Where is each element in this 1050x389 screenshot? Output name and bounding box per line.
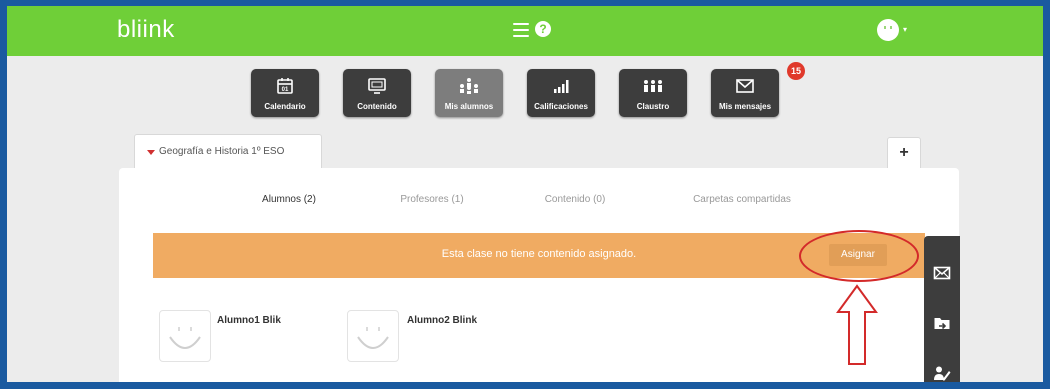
top-bar: bliink ? ▾ xyxy=(7,6,1043,56)
toolbar-item-label: Calendario xyxy=(264,102,306,111)
toolbar-mis-alumnos-button[interactable]: Mis alumnos xyxy=(435,69,503,117)
students-icon xyxy=(435,76,503,96)
toolbar-calificaciones-button[interactable]: Calificaciones xyxy=(527,69,595,117)
toolbar-calendario-button[interactable]: 01 Calendario xyxy=(251,69,319,117)
toolbar-mis-mensajes-button[interactable]: Mis mensajes xyxy=(711,69,779,117)
toolbar-item-label: Contenido xyxy=(357,102,397,111)
envelope-icon xyxy=(711,76,779,96)
folder-share-icon[interactable] xyxy=(933,314,951,332)
smiley-icon xyxy=(357,327,389,349)
help-icon[interactable]: ? xyxy=(535,21,551,37)
student-avatar[interactable] xyxy=(347,310,399,362)
envelope-icon[interactable] xyxy=(933,264,951,282)
chevron-down-icon[interactable]: ▾ xyxy=(903,25,907,34)
class-tab[interactable]: Geografía e Historia 1º ESO xyxy=(134,134,322,169)
edit-user-icon[interactable] xyxy=(933,364,951,382)
app-logo[interactable]: bliink xyxy=(117,16,175,44)
student-name[interactable]: Alumno1 Blik xyxy=(217,315,281,326)
toolbar-item-label: Claustro xyxy=(636,102,670,111)
teachers-icon xyxy=(619,76,687,96)
user-avatar[interactable] xyxy=(877,19,899,41)
class-tab-label: Geografía e Historia 1º ESO xyxy=(159,146,285,157)
student-name[interactable]: Alumno2 Blink xyxy=(407,315,477,326)
side-toolbar xyxy=(924,236,960,382)
toolbar-item-label: Mis alumnos xyxy=(444,102,494,111)
toolbar-contenido-button[interactable]: Contenido xyxy=(343,69,411,117)
smiley-icon xyxy=(169,327,201,349)
student-avatar[interactable] xyxy=(159,310,211,362)
bar-chart-icon xyxy=(527,76,595,96)
highlight-ellipse xyxy=(799,230,919,282)
hamburger-icon[interactable] xyxy=(513,23,529,37)
tab-alumnos[interactable]: Alumnos (2) xyxy=(262,194,316,205)
monitor-icon xyxy=(343,76,411,96)
add-button[interactable]: + xyxy=(887,137,921,171)
toolbar-item-label: Mis mensajes xyxy=(718,102,772,111)
tab-contenido[interactable]: Contenido (0) xyxy=(545,194,606,205)
tab-profesores[interactable]: Profesores (1) xyxy=(400,194,463,205)
caret-down-icon[interactable] xyxy=(147,150,155,155)
calendar-icon: 01 xyxy=(251,76,319,96)
toolbar-claustro-button[interactable]: Claustro xyxy=(619,69,687,117)
up-arrow-icon xyxy=(836,284,878,365)
messages-count-badge: 15 xyxy=(787,62,805,80)
toolbar-item-label: Calificaciones xyxy=(534,102,588,111)
calendar-day: 01 xyxy=(282,87,289,93)
app-window: bliink ? ▾ 01 Calendario Contenido Mis a… xyxy=(7,6,1043,382)
tab-carpetas-compartidas[interactable]: Carpetas compartidas xyxy=(693,194,791,205)
